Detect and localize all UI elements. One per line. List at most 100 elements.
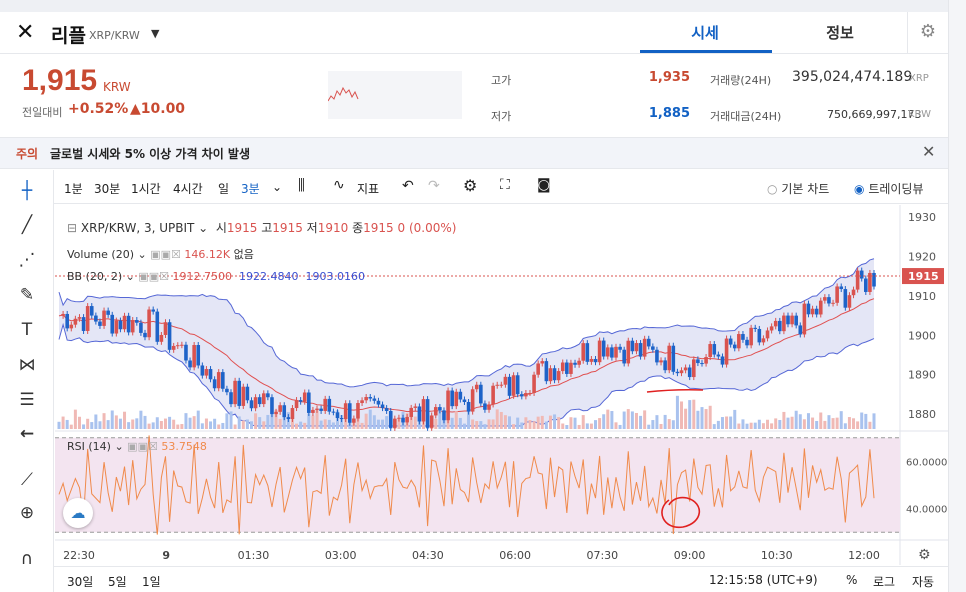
- volume-bar: [651, 420, 655, 429]
- candle-type-icon[interactable]: ⫼: [298, 176, 305, 194]
- indicator-icon[interactable]: ∿: [333, 177, 345, 193]
- candle-body: [208, 369, 213, 380]
- range-1d[interactable]: 1일: [142, 573, 161, 590]
- volume-bar: [573, 417, 577, 429]
- zoom-in-icon[interactable]: ⊕: [12, 500, 42, 526]
- interval-1m[interactable]: 1분: [64, 180, 83, 197]
- candle-body: [495, 384, 500, 386]
- fib-icon[interactable]: ⋰: [12, 247, 42, 273]
- range-30d[interactable]: 30일: [67, 573, 93, 590]
- volume-bar: [634, 412, 638, 429]
- candle-body: [835, 286, 839, 303]
- candle-body: [143, 332, 147, 338]
- indicator-controls-icon[interactable]: ▣▣☒: [138, 270, 169, 283]
- interval-1h[interactable]: 1시간: [131, 180, 161, 197]
- tradingview-radio[interactable]: ◉ 트레이딩뷰: [854, 180, 924, 197]
- ruler-icon[interactable]: ⟋: [12, 467, 42, 493]
- interval-4h[interactable]: 4시간: [173, 180, 203, 197]
- percent-toggle[interactable]: %: [846, 573, 857, 587]
- candle-body: [790, 315, 794, 325]
- interval-day[interactable]: 일: [218, 180, 229, 197]
- auto-toggle[interactable]: 자동: [912, 573, 934, 590]
- range-5d[interactable]: 5일: [108, 573, 127, 590]
- time-axis-label: 07:30: [586, 549, 618, 562]
- fullscreen-icon[interactable]: ⛶: [500, 177, 510, 193]
- volume-bar: [761, 423, 765, 429]
- volume-bar: [557, 417, 561, 429]
- indicator-controls-icon[interactable]: ▣▣☒: [150, 248, 181, 261]
- rsi-label[interactable]: RSI (14): [67, 440, 111, 453]
- volume-bar: [598, 418, 602, 429]
- volume-bar: [811, 417, 815, 429]
- volume-label: 거래량(24H): [710, 74, 772, 87]
- legend-symbol[interactable]: XRP/KRW, 3, UPBIT: [81, 221, 194, 235]
- low-label: 저가: [491, 110, 512, 123]
- candle-body: [315, 408, 319, 410]
- candle-body: [659, 360, 663, 363]
- interval-30m[interactable]: 30분: [94, 180, 120, 197]
- redo-icon[interactable]: ↷: [428, 178, 440, 194]
- volume-bar: [548, 415, 552, 429]
- volume-bar: [704, 409, 708, 429]
- candle-body: [515, 375, 520, 395]
- upbit-logo-icon[interactable]: ☁: [63, 498, 93, 528]
- volume-bar: [110, 410, 114, 429]
- coin-name: 리플: [51, 25, 86, 47]
- legend-chg: 0 (0.00%): [397, 221, 457, 235]
- magnet-icon[interactable]: ∩: [12, 546, 42, 572]
- basic-chart-radio[interactable]: ○ 기본 차트: [767, 180, 829, 197]
- tab-price[interactable]: 시세: [640, 22, 770, 43]
- candle-body: [376, 400, 381, 405]
- candle-body: [810, 308, 815, 315]
- interval-3m[interactable]: 3분: [241, 180, 260, 197]
- crosshair-icon[interactable]: ┼: [12, 178, 42, 204]
- candle-body: [503, 376, 508, 385]
- candle-body: [77, 317, 82, 319]
- price-axis-label: 1880: [908, 408, 936, 421]
- volume-bar: [487, 419, 491, 429]
- volume-bar: [778, 420, 782, 429]
- rsi-axis-label: 60.0000: [906, 457, 947, 468]
- candle-body: [368, 397, 373, 399]
- volume-value: 146.12K: [184, 248, 231, 261]
- candle-body: [769, 326, 774, 331]
- candle-body: [270, 397, 274, 415]
- settings-icon[interactable]: ⚙: [463, 176, 477, 195]
- indicator-controls-icon[interactable]: ▣▣☒: [127, 440, 158, 453]
- trendline-icon[interactable]: ╱: [12, 212, 42, 238]
- time-axis-label: 10:30: [761, 549, 793, 562]
- camera-icon[interactable]: ◙: [537, 177, 551, 193]
- volume-bar: [618, 424, 622, 429]
- undo-icon[interactable]: ↶: [402, 178, 414, 194]
- volume-bar: [864, 413, 868, 429]
- volume-bar: [57, 421, 61, 429]
- gear-icon[interactable]: ⚙: [907, 12, 948, 54]
- chevron-down-icon[interactable]: ⌄: [272, 180, 282, 194]
- prediction-icon[interactable]: ☰: [12, 387, 42, 413]
- arrow-left-icon[interactable]: ←: [12, 421, 42, 447]
- text-icon[interactable]: T: [12, 317, 42, 343]
- radio-off-icon: ○: [767, 182, 778, 196]
- candle-body: [343, 403, 348, 420]
- indicator-button[interactable]: 지표: [357, 180, 379, 197]
- volume-bar: [102, 413, 106, 429]
- candle-body: [806, 303, 811, 315]
- collapse-icon[interactable]: ⊟: [67, 221, 77, 235]
- legend-c-label: 종: [352, 221, 364, 235]
- bb-label[interactable]: BB (20, 2): [67, 270, 122, 283]
- pattern-icon[interactable]: ⋈: [12, 352, 42, 378]
- volume-label[interactable]: Volume (20): [67, 248, 134, 261]
- log-toggle[interactable]: 로그: [873, 573, 895, 590]
- candle-body: [302, 392, 307, 402]
- volume-bar: [614, 422, 618, 429]
- candle-body: [577, 360, 581, 365]
- volume-bar: [176, 424, 180, 429]
- close-icon[interactable]: ✕: [922, 142, 935, 161]
- tab-info[interactable]: 정보: [775, 22, 905, 43]
- clock[interactable]: 12:15:58 (UTC+9): [709, 573, 818, 587]
- volume-bar: [868, 421, 872, 429]
- brush-icon[interactable]: ✎: [12, 282, 42, 308]
- volume-bar: [172, 419, 176, 429]
- candle-body: [679, 370, 684, 374]
- chevron-down-icon[interactable]: ▼: [151, 27, 159, 40]
